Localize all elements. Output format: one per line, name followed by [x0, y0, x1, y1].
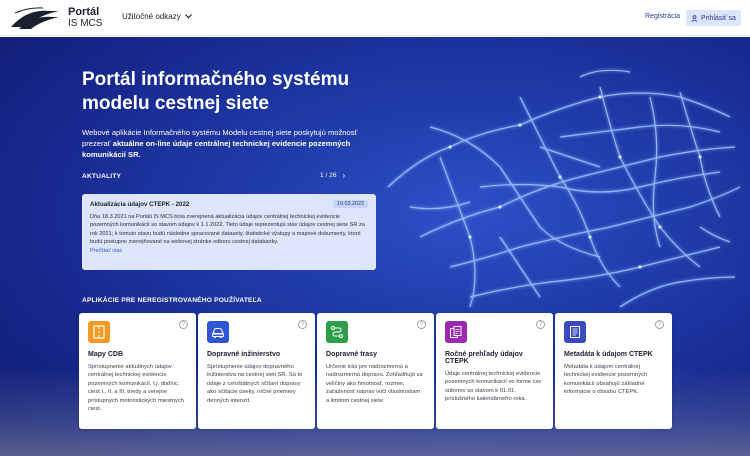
app-card-dopravne-trasy[interactable]: ? Dopravné trasy Určenie trás pre nadroz…	[317, 313, 434, 429]
hero-title: Portál informačného systému modelu cestn…	[82, 69, 350, 114]
news-pager-count: 1 / 26	[320, 172, 337, 179]
document-icon	[564, 321, 586, 343]
chevron-down-icon	[184, 14, 192, 19]
useful-links-dropdown[interactable]: Užitočné odkazy	[122, 12, 192, 21]
useful-links-label: Užitočné odkazy	[122, 12, 181, 21]
app-card-description: Údaje centrálnej technickej evidencie po…	[445, 371, 542, 403]
app-card-title: Dopravné trasy	[326, 351, 377, 358]
register-link[interactable]: Registrácia	[645, 13, 680, 20]
hero-description: Webové aplikácie Informačného systému Mo…	[82, 127, 382, 160]
help-icon[interactable]: ?	[417, 320, 426, 329]
news-heading: AKTUALITY	[82, 173, 122, 180]
login-button[interactable]: Prihlásiť sa	[686, 10, 741, 26]
app-card-title: Ročné prehľady údajov CTEPK	[445, 351, 523, 365]
help-icon[interactable]: ?	[179, 320, 188, 329]
help-icon[interactable]: ?	[655, 320, 664, 329]
read-more-link[interactable]: Prečítať viac	[90, 248, 368, 254]
app-card-title: Metadáta k údajom CTEPK	[564, 351, 653, 358]
files-icon	[445, 321, 467, 343]
app-card-description: Metadáta k údajom centrálnej technickej …	[564, 364, 648, 396]
hero-description-bold: aktuálne on-line údaje centrálnej techni…	[82, 139, 351, 159]
logo-subtitle: IS MCS	[68, 18, 103, 29]
app-card-description: Sprístupnenie aktuálnych údajov centráln…	[88, 364, 185, 413]
car-icon	[207, 321, 229, 343]
app-card-description: Určenie trás pre nadrozmernú a nadrozmer…	[326, 364, 423, 404]
news-title: Aktualizácia údajov CTEPK - 2022	[90, 200, 190, 208]
app-card-metadata[interactable]: ? Metadáta k údajom CTEPK Metadáta k úda…	[555, 313, 672, 429]
road-icon	[88, 321, 110, 343]
top-bar: Portál IS MCS Užitočné odkazy Registráci…	[0, 0, 750, 36]
app-card-description: Sprístupnenie údajov dopravného inžinier…	[207, 364, 303, 404]
apps-heading: APLIKÁCIE PRE NEREGISTROVANÉHO POUŽÍVATE…	[82, 297, 262, 304]
user-icon	[691, 14, 698, 22]
hero-section: Portál informačného systému modelu cestn…	[0, 37, 750, 456]
route-icon	[326, 321, 348, 343]
app-card-mapy-cdb[interactable]: ? Mapy CDB Sprístupnenie aktuálnych údaj…	[79, 313, 196, 429]
login-label: Prihlásiť sa	[701, 14, 736, 22]
news-pager: 1 / 26 ›	[320, 171, 345, 180]
app-card-rocne-prehlady[interactable]: ? Ročné prehľady údajov CTEPK Údaje cent…	[436, 313, 553, 429]
news-body: Dňa 18.3.2021 na Portáli IS MCS bola zve…	[90, 214, 365, 246]
chevron-right-icon[interactable]: ›	[343, 171, 346, 180]
help-icon[interactable]: ?	[536, 320, 545, 329]
logo-title: Portál	[68, 6, 100, 18]
news-date-badge: 19.03.2022	[333, 200, 368, 208]
help-icon[interactable]: ?	[298, 320, 307, 329]
logo[interactable]: Portál IS MCS	[9, 5, 102, 31]
app-card-dopravne-inzinierstvo[interactable]: ? Dopravné inžinierstvo Sprístupnenie úd…	[198, 313, 315, 429]
app-card-title: Mapy CDB	[88, 351, 124, 358]
app-card-title: Dopravné inžinierstvo	[207, 351, 281, 358]
news-card[interactable]: Aktualizácia údajov CTEPK - 2022 19.03.2…	[82, 194, 376, 270]
ssc-logo-icon	[9, 5, 61, 31]
